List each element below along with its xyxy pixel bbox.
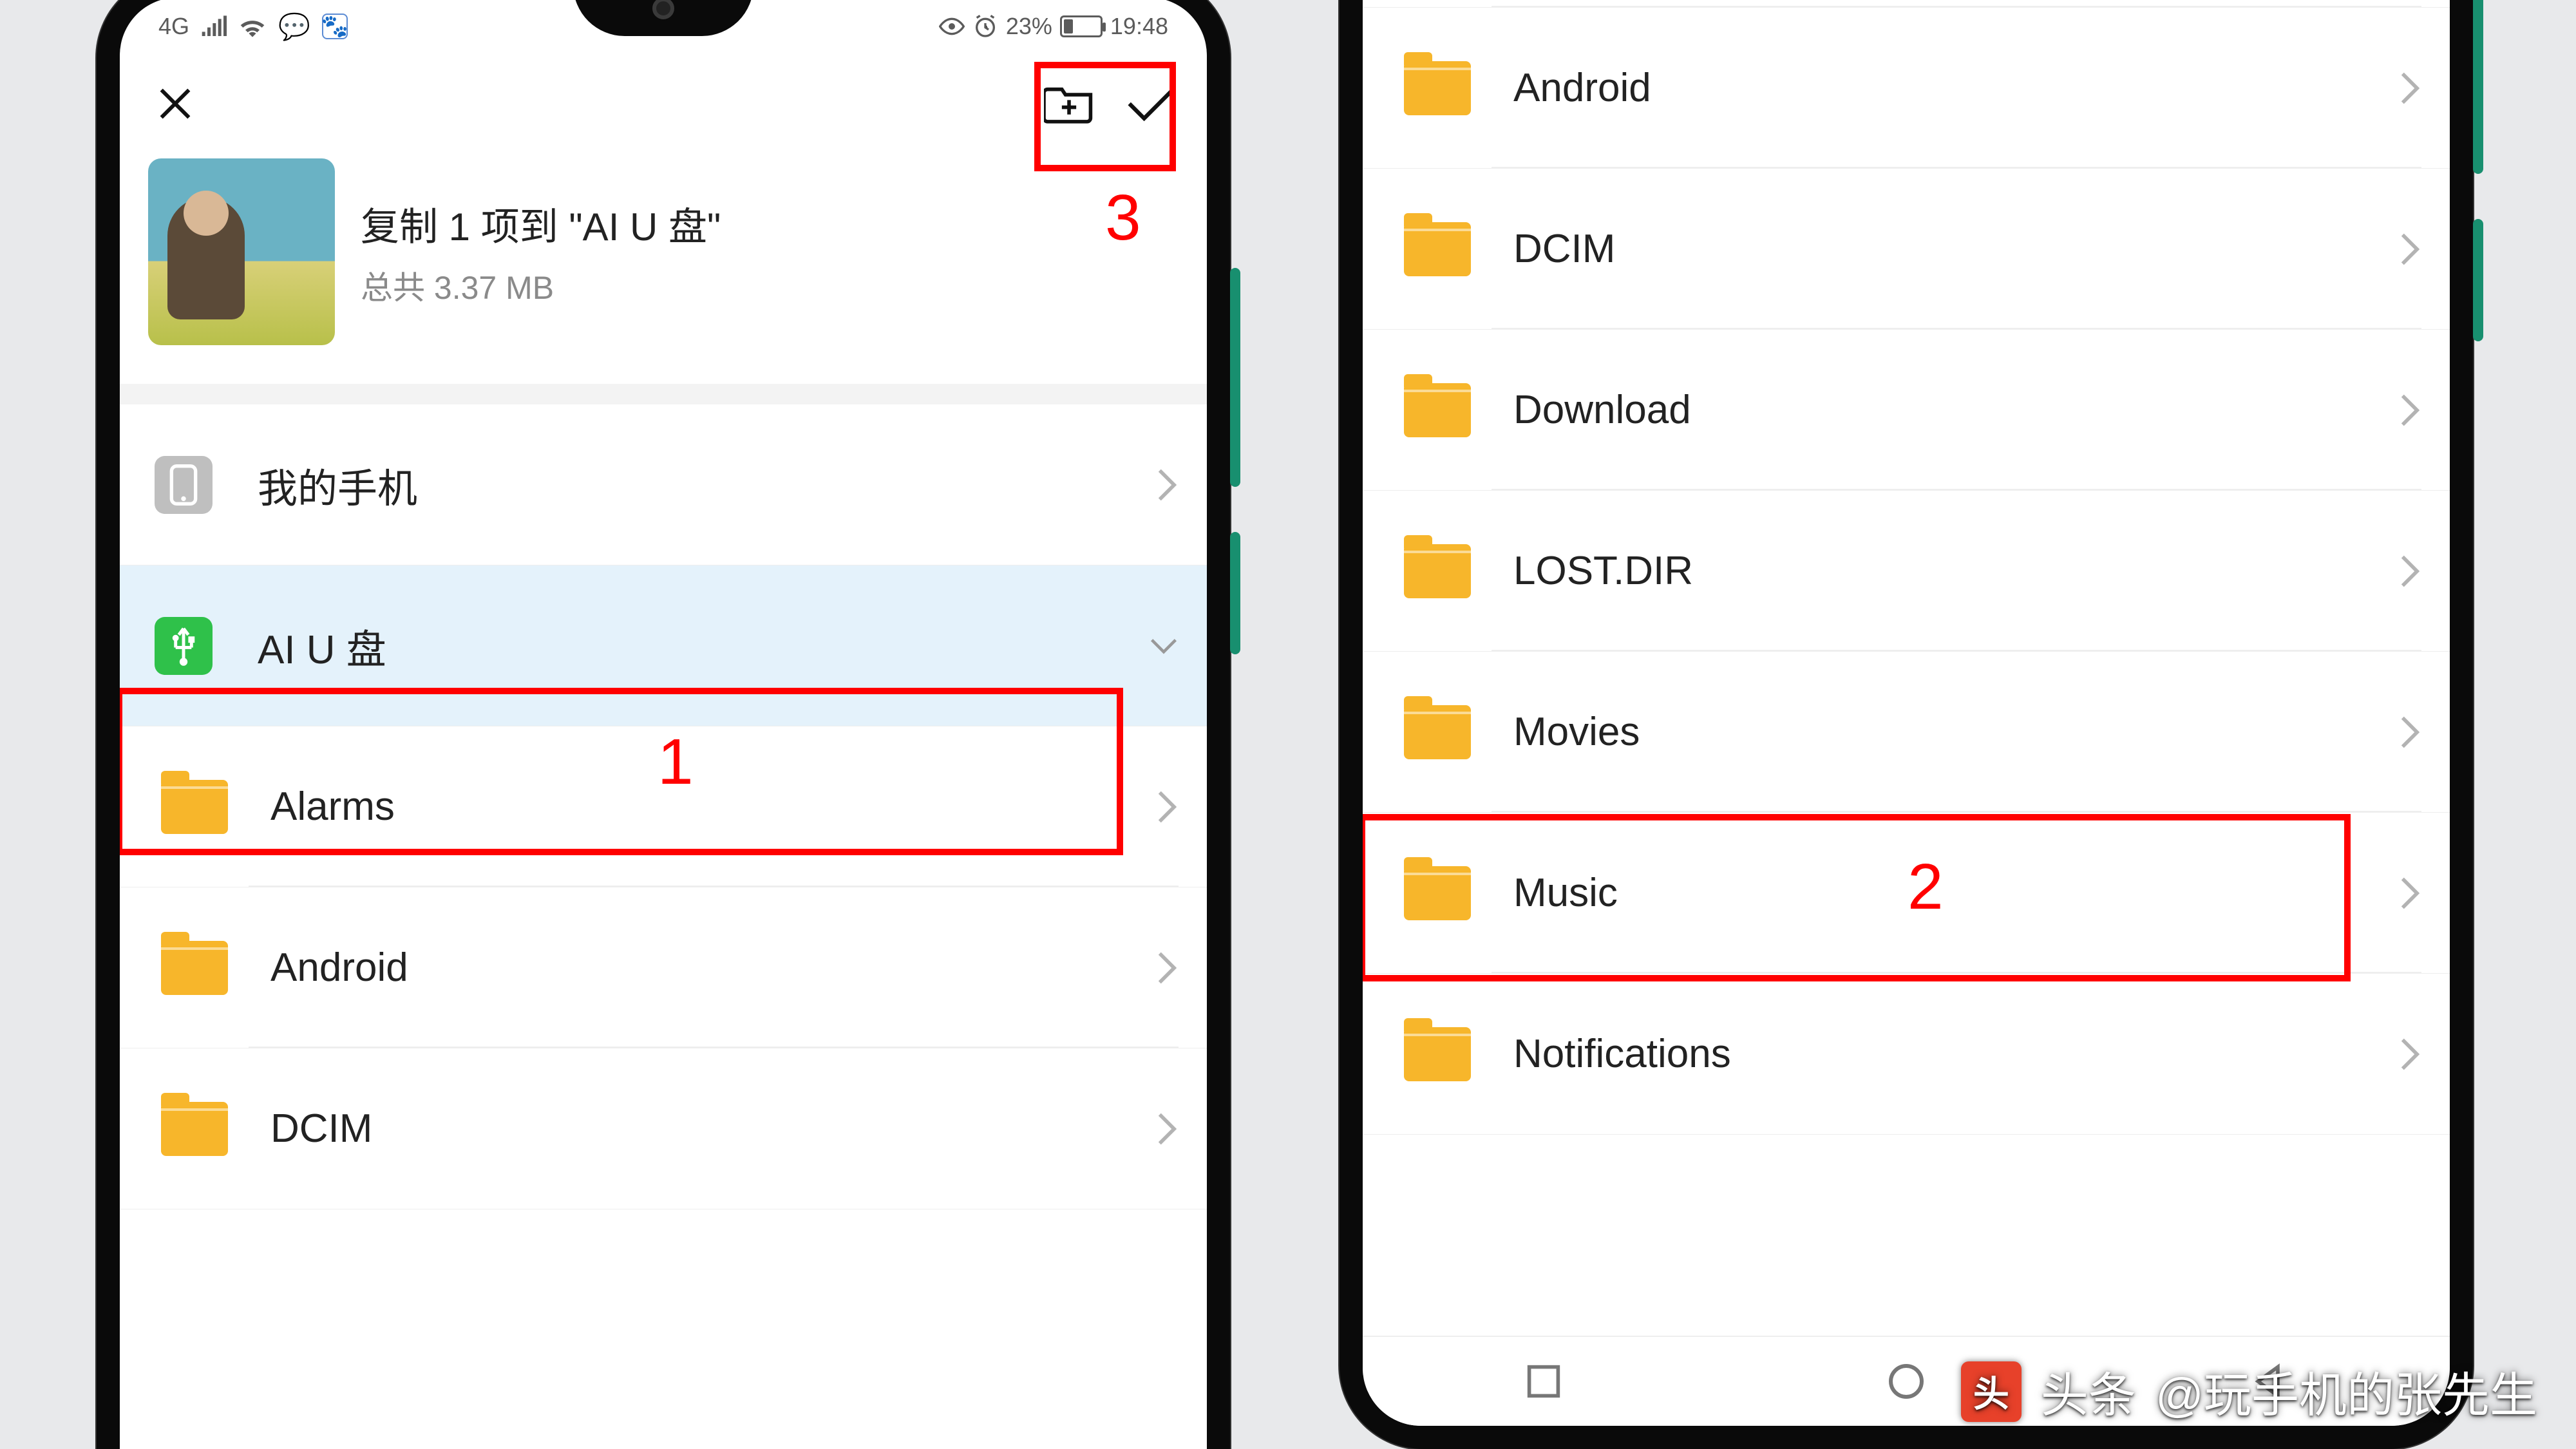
chevron-down-icon — [1149, 634, 1179, 658]
chevron-right-icon — [1155, 467, 1179, 503]
location-usb-drive[interactable]: AI U 盘 — [120, 565, 1207, 726]
chevron-right-icon — [2398, 714, 2421, 750]
folder-item-android[interactable]: Android — [1363, 8, 2450, 169]
section-divider — [120, 384, 1207, 404]
network-label: 4G — [158, 13, 189, 40]
phone-side-button-2 — [2473, 219, 2483, 341]
eye-icon — [939, 14, 965, 39]
folder-item-download[interactable]: Download — [1363, 330, 2450, 491]
folder-icon — [1404, 544, 1471, 598]
clock-time: 19:48 — [1110, 13, 1168, 40]
battery-pct: 23% — [1006, 13, 1052, 40]
watermark-author: @玩手机的张先生 — [2155, 1357, 2537, 1426]
chevron-right-icon — [2398, 875, 2421, 911]
folder-label: Android — [270, 945, 1155, 990]
folder-icon — [1404, 1027, 1471, 1081]
check-icon — [1126, 83, 1177, 124]
phone-mockup-left: 4G 💬 🐾 23% 19:48 — [97, 0, 1230, 1449]
toutiao-logo-icon: 头 — [1961, 1361, 2022, 1422]
folder-item-lostdir[interactable]: LOST.DIR — [1363, 491, 2450, 652]
folder-label: Music — [1513, 870, 2398, 916]
location-phone-label: 我的手机 — [258, 456, 1155, 514]
wechat-status-icon: 💬 — [278, 12, 310, 42]
signal-icon — [201, 15, 227, 38]
chevron-right-icon — [2398, 553, 2421, 589]
phone-side-button-1 — [2473, 0, 2483, 174]
folder-icon — [1404, 222, 1471, 276]
folder-label: LOST.DIR — [1513, 548, 2398, 594]
chevron-right-icon — [1155, 1111, 1179, 1147]
folder-label: Alarms — [270, 784, 1155, 829]
folder-icon — [1404, 61, 1471, 115]
file-thumbnail — [148, 158, 335, 345]
new-folder-icon — [1044, 82, 1094, 125]
close-icon — [155, 83, 196, 124]
close-button[interactable] — [148, 77, 202, 131]
folder-item-android[interactable]: Android — [120, 887, 1207, 1048]
folder-item-alarms[interactable]: Alarms — [120, 726, 1207, 887]
copy-title: 复制 1 项到 "AI U 盘" — [361, 196, 721, 252]
folder-icon — [161, 941, 228, 995]
folder-item-alarms[interactable]: Alarms — [1363, 0, 2450, 8]
phone-icon — [155, 456, 213, 514]
folder-icon — [161, 780, 228, 834]
new-folder-button[interactable] — [1042, 77, 1096, 131]
folder-label: Movies — [1513, 709, 2398, 755]
watermark: 头 头条 @玩手机的张先生 — [1961, 1357, 2537, 1426]
folder-icon — [1404, 383, 1471, 437]
folder-item-dcim[interactable]: DCIM — [1363, 169, 2450, 330]
alarm-icon — [972, 14, 998, 39]
nav-home-icon[interactable] — [1887, 1362, 1926, 1401]
folder-item-notifications[interactable]: Notifications — [1363, 974, 2450, 1135]
confirm-button[interactable] — [1124, 77, 1179, 131]
folder-item-movies[interactable]: Movies — [1363, 652, 2450, 813]
phone-side-button-2 — [1230, 532, 1240, 654]
chevron-right-icon — [1155, 789, 1179, 825]
chevron-right-icon — [1155, 950, 1179, 986]
folder-label: DCIM — [270, 1106, 1155, 1151]
phone-mockup-right: Alarms Android DCIM Download LOST.DIR — [1340, 0, 2473, 1449]
copy-info-block: 复制 1 项到 "AI U 盘" 总共 3.37 MB — [120, 152, 1207, 384]
usb-icon — [155, 617, 213, 675]
location-my-phone[interactable]: 我的手机 — [120, 404, 1207, 565]
phone-side-button-1 — [1230, 268, 1240, 487]
nav-recent-icon[interactable] — [1526, 1363, 1562, 1399]
folder-label: Download — [1513, 387, 2398, 433]
folder-icon — [1404, 866, 1471, 920]
wifi-icon — [238, 15, 267, 38]
folder-icon — [161, 1102, 228, 1156]
folder-item-dcim[interactable]: DCIM — [120, 1048, 1207, 1209]
folder-label: DCIM — [1513, 226, 2398, 272]
chevron-right-icon — [2398, 231, 2421, 267]
chevron-right-icon — [2398, 70, 2421, 106]
battery-icon — [1060, 15, 1103, 37]
action-bar — [120, 55, 1207, 152]
chevron-right-icon — [2398, 392, 2421, 428]
watermark-brand: 头条 — [2041, 1357, 2136, 1426]
copy-subtitle: 总共 3.37 MB — [361, 262, 721, 308]
folder-item-music[interactable]: Music — [1363, 813, 2450, 974]
folder-label: Notifications — [1513, 1031, 2398, 1077]
folder-icon — [1404, 705, 1471, 759]
app-status-icon: 🐾 — [322, 14, 348, 39]
folder-label: Android — [1513, 65, 2398, 111]
location-usb-label: AI U 盘 — [258, 617, 1149, 675]
chevron-right-icon — [2398, 1036, 2421, 1072]
